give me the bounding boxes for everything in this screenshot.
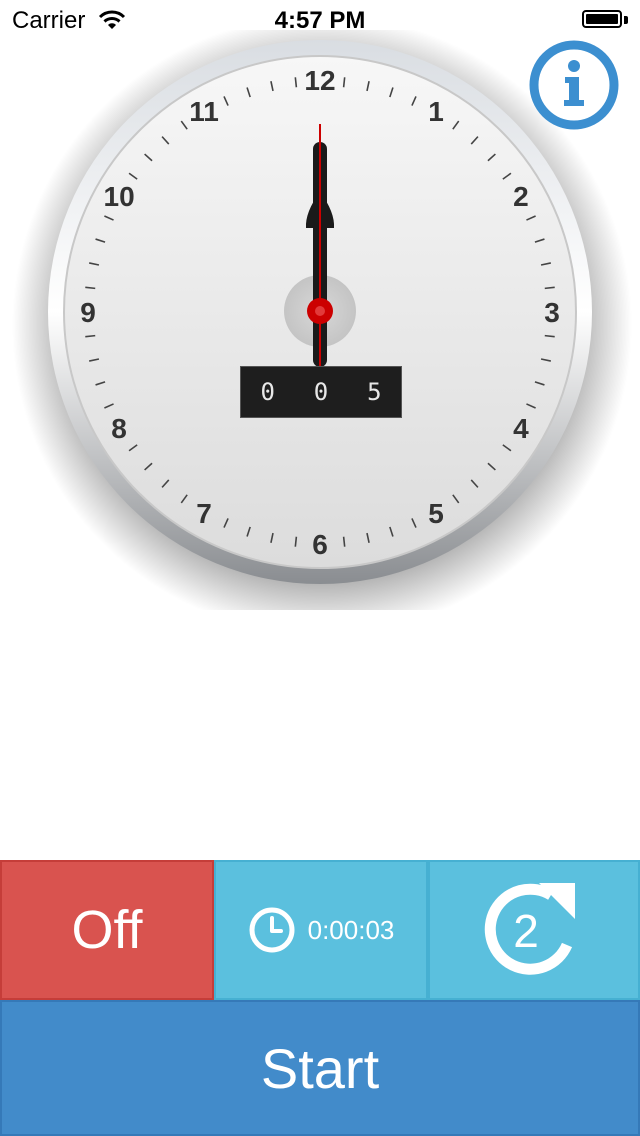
minute-tick bbox=[342, 77, 346, 88]
dial-numeral: 12 bbox=[304, 65, 335, 96]
digit-counter: 0 0 5 bbox=[240, 366, 402, 418]
off-button-label: Off bbox=[71, 900, 143, 960]
minute-tick bbox=[85, 334, 96, 338]
off-button[interactable]: Off bbox=[0, 860, 214, 1000]
counter-digit: 0 bbox=[260, 378, 275, 406]
dial-numeral: 7 bbox=[196, 498, 212, 529]
dial-numeral: 9 bbox=[80, 297, 96, 328]
start-button[interactable]: Start bbox=[0, 1000, 640, 1136]
minute-tick bbox=[544, 286, 555, 290]
dial-numeral: 11 bbox=[189, 96, 219, 127]
info-button[interactable] bbox=[527, 38, 621, 132]
elapsed-time-value: 0:00:03 bbox=[307, 914, 395, 945]
dial-numeral: 1 bbox=[428, 96, 444, 127]
minute-tick bbox=[544, 334, 555, 338]
elapsed-time-button[interactable]: 0:00:03 bbox=[214, 860, 428, 1000]
repeat-icon: 2 bbox=[484, 883, 575, 975]
clock-icon bbox=[249, 907, 295, 953]
repeat-button[interactable]: 2 bbox=[428, 860, 640, 1000]
dial-numeral: 10 bbox=[104, 181, 135, 212]
minute-tick bbox=[85, 286, 96, 290]
minute-tick bbox=[342, 536, 346, 547]
start-button-label: Start bbox=[260, 1036, 380, 1100]
dial-numeral: 8 bbox=[111, 413, 127, 444]
counter-digit: 0 bbox=[313, 378, 329, 406]
minute-tick bbox=[294, 536, 298, 547]
minute-tick bbox=[294, 77, 298, 88]
dial-numeral: 2 bbox=[513, 181, 529, 212]
battery-icon bbox=[582, 10, 628, 30]
dial-numeral: 4 bbox=[513, 413, 529, 444]
counter-digit: 5 bbox=[367, 378, 382, 406]
dial-numeral: 6 bbox=[312, 529, 328, 560]
dial-numeral: 3 bbox=[544, 297, 560, 328]
dial-numeral: 5 bbox=[428, 498, 444, 529]
repeat-count: 2 bbox=[513, 905, 539, 957]
